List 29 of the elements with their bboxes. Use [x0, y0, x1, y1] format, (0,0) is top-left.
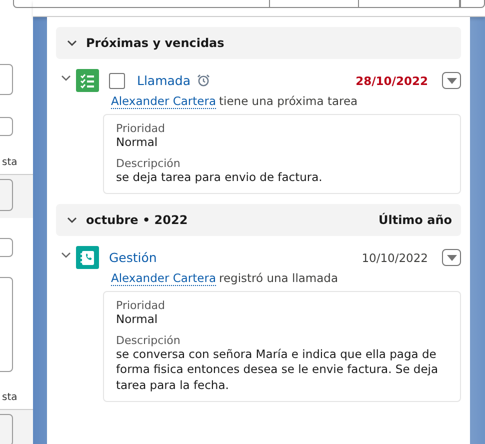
field-label: Prioridad [116, 299, 166, 312]
activity-text: registró una llamada [219, 271, 338, 286]
activity-link[interactable]: Llamada [137, 73, 191, 88]
activity-date: 28/10/2022 [356, 74, 428, 88]
section-header[interactable]: octubre • 2022 Último año [56, 204, 461, 236]
field-value: Normal [116, 135, 159, 151]
section-header[interactable]: Próximas y vencidas [56, 27, 461, 59]
dropdown-button[interactable] [442, 249, 461, 266]
field-value: se deja tarea para envio de factura. [116, 170, 324, 186]
field-value: Normal [116, 312, 159, 328]
activity-text: tiene una próxima tarea [219, 94, 358, 108]
checkbox[interactable] [109, 72, 125, 88]
caret-icon [446, 254, 456, 261]
period-label: Último año [378, 213, 452, 228]
user-link[interactable]: Alexander Cartera [111, 94, 216, 109]
dropdown-button[interactable] [442, 72, 461, 89]
section-title: octubre • 2022 [86, 213, 188, 228]
section-title: Próximas y vencidas [86, 36, 224, 50]
caret-icon [446, 78, 456, 84]
field-label: sta [2, 157, 18, 168]
activity-date: 10/10/2022 [362, 250, 428, 265]
field-label: sta [2, 392, 18, 403]
field-value: se conversa con señora María e indica que ella paga de forma fisica entonces desea se le envie factura. Se deja tarea para la fecha. [116, 346, 440, 394]
user-link[interactable]: Alexander Cartera [111, 271, 216, 286]
activity-link[interactable]: Gestión [109, 250, 157, 266]
field-label: Descripción [116, 334, 182, 347]
field-label: Descripción [116, 156, 182, 170]
field-label: Prioridad [116, 122, 166, 135]
toolbar-field[interactable] [13, 0, 485, 8]
